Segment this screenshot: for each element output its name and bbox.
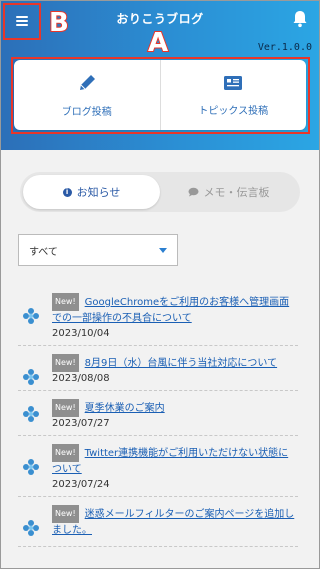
- news-item[interactable]: New! 迷惑メールフィルターのご案内ページを追加しました。: [18, 497, 298, 547]
- category-filter-select[interactable]: すべて: [18, 234, 178, 266]
- newspaper-icon: [224, 75, 243, 90]
- news-title-text: GoogleChromeをご利用のお客様へ管理画面での一部操作の不具合について: [52, 297, 290, 324]
- news-item[interactable]: New! 夏季休業のご案内 2023/07/27: [18, 391, 298, 436]
- news-item[interactable]: New! 8月9日（水）台風に伴う当社対応について 2023/08/08: [18, 346, 298, 391]
- chat-icon: [188, 187, 198, 197]
- news-title-text: 8月9日（水）台風に伴う当社対応について: [84, 358, 278, 369]
- notice-icon: [22, 368, 40, 386]
- tab-notices-label: お知らせ: [76, 186, 121, 199]
- news-date: 2023/08/08: [52, 373, 110, 384]
- news-title-link[interactable]: New! 8月9日（水）台風に伴う当社対応について: [52, 354, 298, 372]
- pen-icon: [79, 74, 95, 90]
- notice-icon: [22, 405, 40, 423]
- tab-notices[interactable]: i お知らせ: [23, 175, 160, 209]
- news-title-text: 夏季休業のご案内: [84, 403, 165, 414]
- tab-bar: i お知らせ メモ・伝言板: [20, 172, 300, 212]
- news-title-link[interactable]: New! 迷惑メールフィルターのご案内ページを追加しました。: [52, 505, 298, 539]
- new-badge: New!: [52, 444, 79, 462]
- info-icon: i: [62, 187, 72, 197]
- news-title-text: Twitter連携機能がご利用いただけない状態について: [52, 448, 289, 475]
- notice-icon: [22, 458, 40, 476]
- news-title-text: 迷惑メールフィルターのご案内ページを追加しました。: [52, 509, 295, 536]
- topics-post-label: トピックス投稿: [198, 105, 269, 117]
- new-badge: New!: [52, 293, 79, 311]
- tab-memo-board-label: メモ・伝言板: [203, 186, 270, 199]
- tab-memo-board[interactable]: メモ・伝言板: [160, 175, 297, 209]
- new-badge: New!: [52, 399, 79, 417]
- news-title-link[interactable]: New! 夏季休業のご案内: [52, 399, 298, 417]
- post-actions-card: ブログ投稿 トピックス投稿: [14, 60, 306, 130]
- version-label: Ver.1.0.0: [257, 42, 312, 53]
- news-date: 2023/10/04: [52, 328, 110, 339]
- main-content: i お知らせ メモ・伝言板 すべて New! GoogleChromeをご利用のお…: [0, 150, 320, 569]
- news-item[interactable]: New! Twitter連携機能がご利用いただけない状態について 2023/07/2…: [18, 436, 298, 497]
- notice-icon: [22, 307, 40, 325]
- news-title-link[interactable]: New! Twitter連携機能がご利用いただけない状態について: [52, 444, 298, 478]
- notice-icon: [22, 519, 40, 537]
- news-date: 2023/07/24: [52, 479, 110, 490]
- annotation-label-a: A: [147, 28, 169, 58]
- new-badge: New!: [52, 505, 79, 523]
- news-title-link[interactable]: New! GoogleChromeをご利用のお客様へ管理画面での一部操作の不具合に…: [52, 293, 298, 327]
- blog-post-label: ブログ投稿: [61, 106, 112, 118]
- category-filter-value: すべて: [29, 246, 58, 258]
- topics-post-button[interactable]: トピックス投稿: [159, 60, 307, 130]
- bell-icon[interactable]: [292, 10, 308, 28]
- annotation-label-b: B: [48, 8, 70, 38]
- blog-post-button[interactable]: ブログ投稿: [14, 60, 160, 130]
- chevron-down-icon: [159, 247, 167, 253]
- new-badge: New!: [52, 354, 79, 372]
- news-list: New! GoogleChromeをご利用のお客様へ管理画面での一部操作の不具合に…: [18, 285, 298, 547]
- app-header: おりこうブログ Ver.1.0.0 ブログ投稿 トピックス投稿: [0, 0, 320, 150]
- news-date: 2023/07/27: [52, 418, 110, 429]
- app-title: おりこうブログ: [116, 12, 204, 26]
- news-item[interactable]: New! GoogleChromeをご利用のお客様へ管理画面での一部操作の不具合に…: [18, 285, 298, 346]
